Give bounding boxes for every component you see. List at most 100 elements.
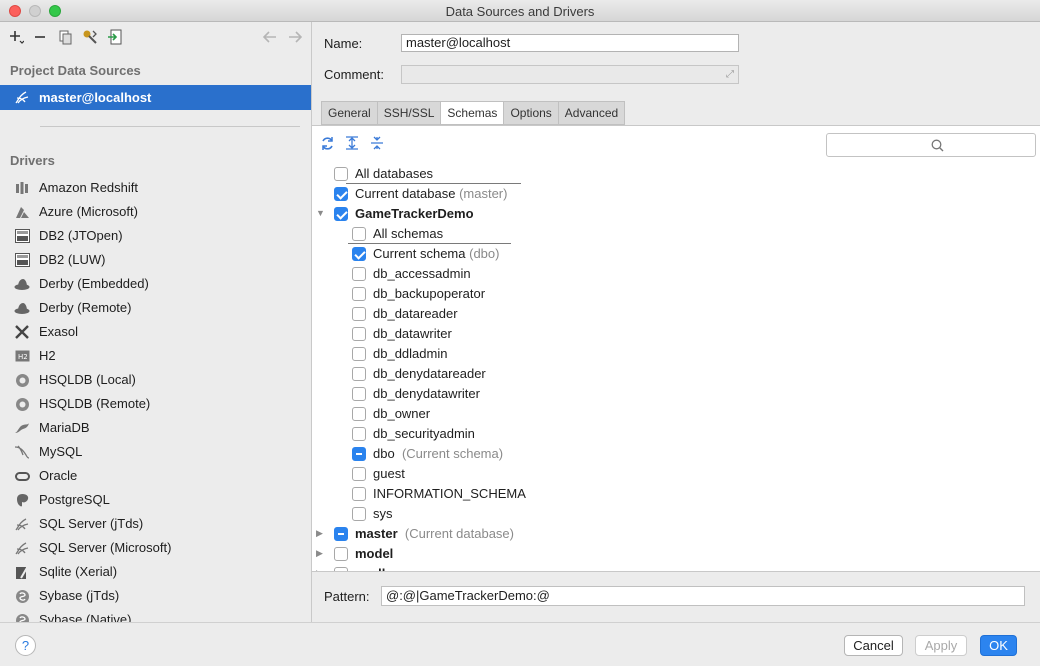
schema-row[interactable]: db_accessadmin xyxy=(312,264,1040,284)
refresh-icon[interactable] xyxy=(319,135,335,151)
database-row[interactable]: ▶ master (Current database) xyxy=(312,524,1040,544)
collapse-arrow-icon[interactable]: ▶ xyxy=(316,548,323,559)
all-databases-checkbox[interactable] xyxy=(334,167,348,181)
driver-label: MariaDB xyxy=(39,420,90,435)
import-icon[interactable] xyxy=(107,29,123,45)
schema-search-input[interactable] xyxy=(826,133,1036,157)
tree-row-current-database[interactable]: Current database (master) xyxy=(312,184,1040,204)
all-schemas-checkbox[interactable] xyxy=(352,227,366,241)
tab-options[interactable]: Options xyxy=(503,101,558,125)
data-source-item[interactable]: master@localhost xyxy=(0,85,311,110)
driver-item-postgresql[interactable]: PostgreSQL xyxy=(0,488,311,512)
driver-item-hsqldb-remote[interactable]: HSQLDB (Remote) xyxy=(0,392,311,416)
add-icon[interactable] xyxy=(9,29,25,45)
driver-item-db2-jtopen[interactable]: DB2 (JTOpen) xyxy=(0,224,311,248)
expand-arrow-icon[interactable]: ▼ xyxy=(316,208,325,218)
derby-icon xyxy=(14,276,30,292)
name-input[interactable]: master@localhost xyxy=(401,34,739,52)
driver-item-sybase-jtds[interactable]: Sybase (jTds) xyxy=(0,584,311,608)
driver-item-hsqldb-local[interactable]: HSQLDB (Local) xyxy=(0,368,311,392)
expand-icon[interactable]: ⤢ xyxy=(726,69,734,80)
schema-checkbox[interactable] xyxy=(352,487,366,501)
driver-item-azure-microsoft[interactable]: Azure (Microsoft) xyxy=(0,200,311,224)
schema-row[interactable]: db_denydatawriter xyxy=(312,384,1040,404)
tab-advanced[interactable]: Advanced xyxy=(557,101,626,125)
schema-row[interactable]: db_datawriter xyxy=(312,324,1040,344)
driver-item-oracle[interactable]: Oracle xyxy=(0,464,311,488)
driver-settings-icon[interactable] xyxy=(82,29,98,45)
schema-label: sys xyxy=(373,506,393,521)
driver-item-sql-server-microsoft[interactable]: SQL Server (Microsoft) xyxy=(0,536,311,560)
forward-arrow-icon[interactable] xyxy=(287,29,303,45)
schema-checkbox[interactable] xyxy=(352,287,366,301)
ok-button[interactable]: OK xyxy=(980,635,1017,656)
driver-item-mysql[interactable]: MySQL xyxy=(0,440,311,464)
schema-checkbox[interactable] xyxy=(352,367,366,381)
tab-bar: General SSH/SSL Schemas Options Advanced xyxy=(321,101,626,125)
driver-label: DB2 (LUW) xyxy=(39,252,106,267)
schema-row[interactable]: dbo (Current schema) xyxy=(312,444,1040,464)
schema-row[interactable]: sys xyxy=(312,504,1040,524)
database-name: msdb xyxy=(355,566,390,571)
schema-checkbox[interactable] xyxy=(352,507,366,521)
driver-item-derby-remote[interactable]: Derby (Remote) xyxy=(0,296,311,320)
tree-row-current-schema[interactable]: Current schema (dbo) xyxy=(312,244,1040,264)
copy-icon[interactable] xyxy=(58,29,74,45)
database-checkbox[interactable] xyxy=(334,547,348,561)
driver-item-h2[interactable]: H2 H2 xyxy=(0,344,311,368)
schema-checkbox[interactable] xyxy=(352,327,366,341)
database-checkbox[interactable] xyxy=(334,567,348,571)
tab-ssh-ssl[interactable]: SSH/SSL xyxy=(376,101,441,125)
driver-item-mariadb[interactable]: MariaDB xyxy=(0,416,311,440)
schema-checkbox[interactable] xyxy=(352,467,366,481)
driver-item-exasol[interactable]: Exasol xyxy=(0,320,311,344)
database-row[interactable]: ▶ model xyxy=(312,544,1040,564)
driver-item-amazon-redshift[interactable]: Amazon Redshift xyxy=(0,176,311,200)
schema-row[interactable]: db_securityadmin xyxy=(312,424,1040,444)
cancel-button[interactable]: Cancel xyxy=(844,635,903,656)
schema-row[interactable]: db_datareader xyxy=(312,304,1040,324)
schema-label: db_datawriter xyxy=(373,326,452,341)
collapse-arrow-icon[interactable]: ▶ xyxy=(316,568,323,571)
current-database-checkbox[interactable] xyxy=(334,187,348,201)
schema-checkbox[interactable] xyxy=(352,347,366,361)
driver-item-sqlite-xerial[interactable]: Sqlite (Xerial) xyxy=(0,560,311,584)
database-row[interactable]: ▶ msdb xyxy=(312,564,1040,571)
schema-checkbox[interactable] xyxy=(352,447,366,461)
schema-label: db_accessadmin xyxy=(373,266,471,281)
database-checkbox[interactable] xyxy=(334,207,348,221)
driver-item-sql-server-jtds[interactable]: SQL Server (jTds) xyxy=(0,512,311,536)
schema-row[interactable]: INFORMATION_SCHEMA xyxy=(312,484,1040,504)
database-checkbox[interactable] xyxy=(334,527,348,541)
project-data-sources-header: Project Data Sources xyxy=(10,63,141,78)
collapse-arrow-icon[interactable]: ▶ xyxy=(316,528,323,539)
comment-input[interactable]: ⤢ xyxy=(401,65,739,84)
schema-row[interactable]: db_owner xyxy=(312,404,1040,424)
tab-general[interactable]: General xyxy=(321,101,377,125)
remove-icon[interactable] xyxy=(32,29,48,45)
schema-row[interactable]: guest xyxy=(312,464,1040,484)
schema-checkbox[interactable] xyxy=(352,387,366,401)
schema-checkbox[interactable] xyxy=(352,427,366,441)
help-button[interactable]: ? xyxy=(15,635,36,656)
driver-item-derby-embedded[interactable]: Derby (Embedded) xyxy=(0,272,311,296)
driver-item-sybase-native[interactable]: Sybase (Native) xyxy=(0,608,311,622)
schema-row[interactable]: db_ddladmin xyxy=(312,344,1040,364)
expand-all-icon[interactable] xyxy=(344,135,360,151)
collapse-all-icon[interactable] xyxy=(369,135,385,151)
driver-item-db2-luw[interactable]: DB2 (LUW) xyxy=(0,248,311,272)
tree-row-all-databases[interactable]: All databases xyxy=(312,164,1040,184)
schema-checkbox[interactable] xyxy=(352,407,366,421)
tree-row-database[interactable]: ▼ GameTrackerDemo xyxy=(312,204,1040,224)
pattern-input[interactable]: @:@|GameTrackerDemo:@ xyxy=(381,586,1025,606)
tree-row-all-schemas[interactable]: All schemas xyxy=(312,224,1040,244)
schema-checkbox[interactable] xyxy=(352,307,366,321)
tab-schemas[interactable]: Schemas xyxy=(440,101,504,125)
schema-row[interactable]: db_denydatareader xyxy=(312,364,1040,384)
schema-checkbox[interactable] xyxy=(352,267,366,281)
exasol-icon xyxy=(14,324,30,340)
schema-row[interactable]: db_backupoperator xyxy=(312,284,1040,304)
current-schema-checkbox[interactable] xyxy=(352,247,366,261)
back-arrow-icon[interactable] xyxy=(262,29,278,45)
apply-button[interactable]: Apply xyxy=(915,635,967,656)
